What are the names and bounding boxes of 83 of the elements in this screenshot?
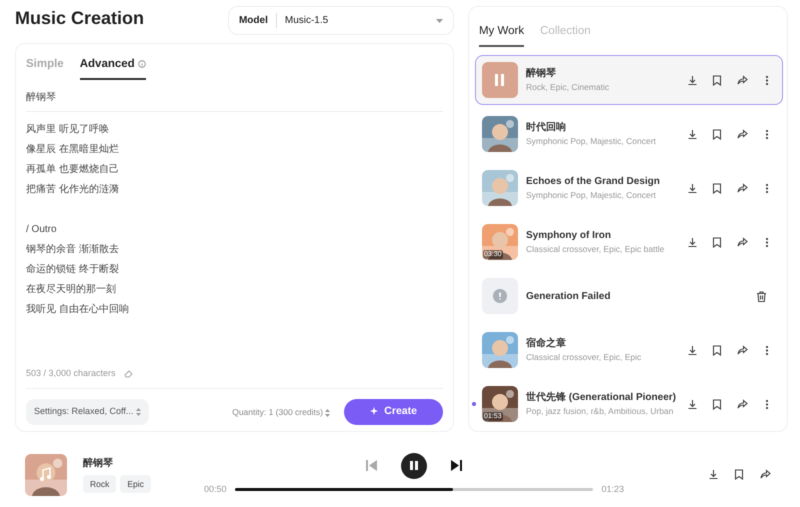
skip-back-icon <box>366 460 377 472</box>
more-icon <box>765 128 769 140</box>
bookmark-icon <box>712 74 722 86</box>
model-label: Model <box>238 13 277 28</box>
track-tags: Classical crossover, Epic, Epic battle <box>526 243 664 256</box>
lyric-line: 命运的锁链 终于断裂 <box>26 262 120 278</box>
more-icon <box>765 182 769 194</box>
warning-icon <box>492 289 507 304</box>
progress-track[interactable] <box>234 488 594 491</box>
trash-icon <box>756 290 766 302</box>
lyric-line: 我听见 自由在心中回响 <box>26 302 130 318</box>
bookmark-icon <box>712 236 722 248</box>
more-icon <box>765 344 769 356</box>
more-icon <box>765 74 769 86</box>
song-title-field[interactable]: 醉钢琴 <box>26 80 443 112</box>
lyric-line: 像星辰 在黑暗里灿烂 <box>26 142 120 158</box>
track-title: 世代先锋 (Generational Pioneer) <box>526 390 676 406</box>
failed-message: Generation Failed <box>526 290 610 304</box>
quantity-select[interactable]: Quantity: 1 (300 credits) <box>232 406 330 418</box>
sparkle-icon <box>370 407 380 418</box>
track-title: 醉钢琴 <box>526 66 557 82</box>
download-icon <box>686 128 698 140</box>
pause-button[interactable] <box>401 452 427 479</box>
model-select[interactable]: Model Music-1.5 <box>228 6 454 35</box>
sort-icon <box>325 408 330 416</box>
bookmark-icon <box>734 469 744 480</box>
more-icon <box>765 236 769 248</box>
share-icon <box>736 344 748 356</box>
total-time: 01:23 <box>601 482 624 496</box>
track-row[interactable]: 宿命之章 Classical crossover, Epic, Epic <box>474 325 783 376</box>
lyric-line: 把痛苦 化作光的涟漪 <box>26 182 120 198</box>
tag: Rock <box>83 474 116 494</box>
tag: Epic <box>120 474 151 494</box>
track-row[interactable]: 醉钢琴 Rock, Epic, Cinematic <box>474 55 783 106</box>
player-track-title: 醉钢琴 <box>83 456 114 471</box>
caret-icon <box>436 18 443 22</box>
lyric-line: 钢琴的余音 渐渐散去 <box>26 242 120 258</box>
more-icon <box>765 398 769 410</box>
track-title: Echoes of the Grand Design <box>526 175 660 190</box>
share-icon <box>736 236 748 248</box>
model-value: Music-1.5 <box>284 14 330 28</box>
download-icon <box>708 469 718 480</box>
lyric-line: / Outro <box>26 223 58 238</box>
bookmark-icon <box>712 344 722 356</box>
bookmark-icon <box>712 128 722 140</box>
elapsed-time: 00:50 <box>204 482 227 496</box>
sort-icon <box>136 408 141 416</box>
lyric-line: 再孤单 也要燃烧自己 <box>26 162 120 178</box>
share-icon <box>736 182 748 194</box>
character-count: 503 / 3,000 characters <box>26 366 116 380</box>
share-icon <box>736 128 748 140</box>
bookmark-icon <box>712 182 722 194</box>
track-tags: Pop, jazz fusion, r&b, Ambitious, Urban <box>526 405 676 418</box>
track-tags: Classical crossover, Epic, Epic <box>526 351 642 364</box>
lyric-line: 在夜尽天明的那一刻 <box>26 282 117 298</box>
lyric-line: 风声里 听见了呼唤 <box>26 122 110 138</box>
track-row[interactable]: Echoes of the Grand Design Symphonic Pop, Majestic, Concert <box>474 163 783 214</box>
track-title: 宿命之章 <box>526 336 567 352</box>
page-title: Music Creation <box>15 8 144 30</box>
mode-tab[interactable]: Advanced <box>80 54 146 80</box>
track-title: Symphony of Iron <box>526 229 612 244</box>
track-row[interactable]: 时代回响 Symphonic Pop, Majestic, Concert <box>474 109 783 160</box>
share-icon <box>760 469 770 480</box>
bookmark-icon <box>712 398 722 410</box>
download-icon <box>686 74 698 86</box>
settings-select[interactable]: Settings: Relaxed, Coff... <box>26 399 149 425</box>
track-tags: Rock, Epic, Cinematic <box>526 81 610 94</box>
download-icon <box>686 236 698 248</box>
download-icon <box>686 344 698 356</box>
download-icon <box>686 182 698 194</box>
skip-forward-icon <box>451 460 462 472</box>
download-icon <box>686 398 698 410</box>
work-tab[interactable]: My Work <box>478 15 524 48</box>
pause-icon <box>410 461 418 470</box>
track-title: 时代回响 <box>526 120 567 136</box>
create-button[interactable]: Create <box>344 399 443 425</box>
track-tags: Symphonic Pop, Majestic, Concert <box>526 135 656 148</box>
track-tags: Symphonic Pop, Majestic, Concert <box>526 189 660 202</box>
share-icon <box>736 398 748 410</box>
music-note-icon <box>39 466 52 482</box>
share-icon <box>736 74 748 86</box>
next-button[interactable] <box>451 460 462 472</box>
pause-icon <box>494 74 504 86</box>
